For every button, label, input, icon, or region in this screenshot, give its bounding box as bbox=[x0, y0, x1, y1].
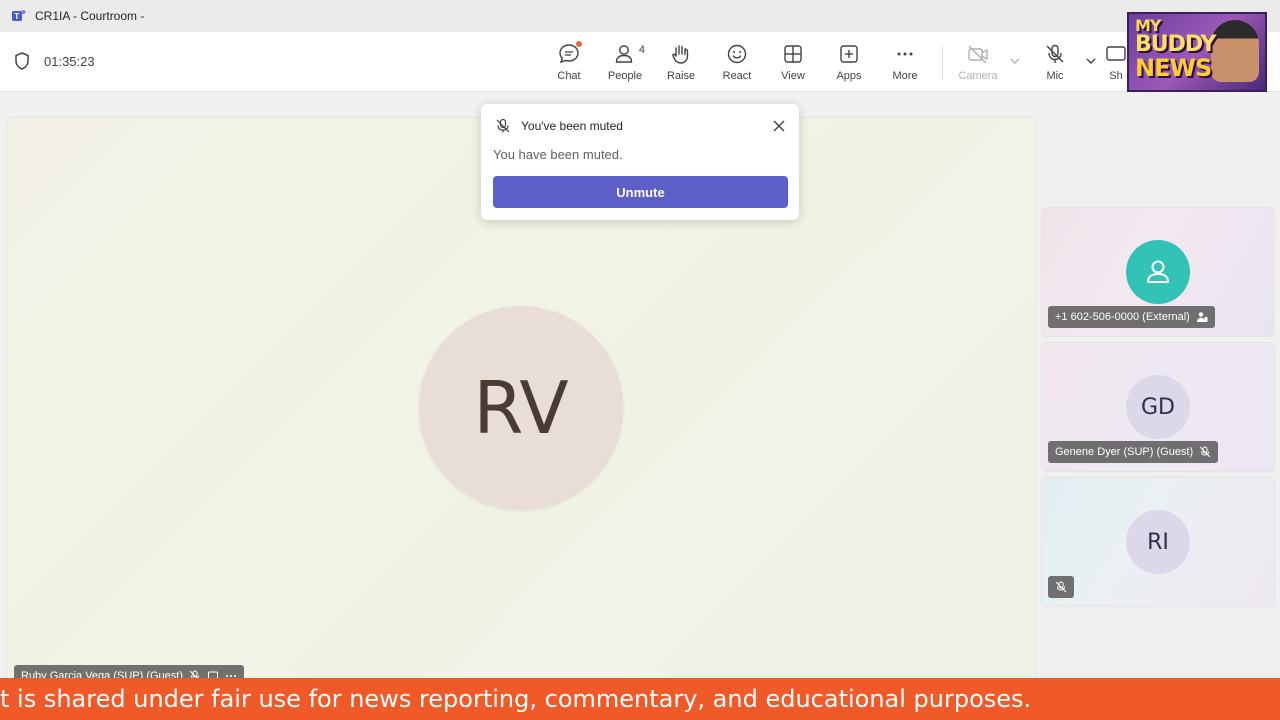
participant-avatar bbox=[1126, 240, 1190, 304]
close-icon[interactable] bbox=[771, 118, 787, 134]
notification-title: You've been muted bbox=[521, 119, 623, 133]
unmute-button[interactable]: Unmute bbox=[493, 176, 788, 208]
timer-text: 01:35:23 bbox=[44, 53, 95, 69]
mic-off-icon bbox=[496, 118, 510, 133]
news-ticker: t is shared under fair use for news repo… bbox=[0, 678, 1280, 720]
people-label: People bbox=[607, 70, 643, 82]
toolbar-divider bbox=[942, 46, 943, 80]
raise-label: Raise bbox=[666, 70, 696, 82]
participant-name-tag bbox=[1048, 576, 1074, 598]
participant-tile[interactable]: +1 602-506-0000 (External) bbox=[1041, 207, 1275, 337]
mic-label: Mic bbox=[1046, 70, 1064, 82]
participant-name-tag: Genene Dyer (SUP) (Guest) bbox=[1048, 441, 1219, 463]
mic-button[interactable]: Mic bbox=[1030, 42, 1080, 86]
chat-button[interactable]: Chat bbox=[544, 41, 594, 86]
participant-tile[interactable]: RI bbox=[1041, 477, 1275, 607]
react-button[interactable]: React bbox=[712, 42, 762, 86]
people-icon bbox=[615, 45, 633, 63]
share-label: Sh bbox=[1109, 70, 1123, 82]
more-icon bbox=[897, 52, 913, 56]
ticker-text: t is shared under fair use for news repo… bbox=[0, 685, 1032, 713]
view-label: View bbox=[781, 70, 805, 82]
more-button[interactable]: More bbox=[880, 42, 930, 86]
teams-logo-icon: T bbox=[12, 10, 26, 21]
raise-hand-button[interactable]: Raise bbox=[656, 42, 706, 86]
camera-options-chevron-icon[interactable] bbox=[1008, 54, 1022, 68]
raise-hand-icon bbox=[672, 45, 689, 64]
main-participant-initials: RV bbox=[473, 366, 569, 450]
meeting-timer: 01:35:23 bbox=[14, 52, 95, 70]
grid-view-icon bbox=[784, 45, 802, 63]
participant-name: +1 602-506-0000 (External) bbox=[1055, 311, 1190, 323]
svg-text:T: T bbox=[14, 12, 19, 21]
muted-notification: You've been muted You have been muted. U… bbox=[481, 104, 799, 220]
share-button[interactable]: Sh bbox=[1104, 42, 1128, 86]
participant-avatar: RI bbox=[1126, 510, 1190, 574]
host-portrait bbox=[1211, 20, 1259, 82]
participant-name-tag: +1 602-506-0000 (External) bbox=[1048, 306, 1215, 328]
camera-button[interactable]: Camera bbox=[953, 42, 1003, 86]
main-participant-avatar: RV bbox=[419, 306, 623, 510]
participant-initials: GD bbox=[1141, 394, 1175, 420]
participant-initials: RI bbox=[1147, 529, 1169, 555]
window-title-bar: T CR1IA - Courtroom - bbox=[0, 0, 1280, 32]
chat-label: Chat bbox=[557, 70, 581, 82]
notification-dot bbox=[576, 41, 582, 47]
add-app-icon bbox=[840, 45, 858, 63]
apps-button[interactable]: Apps bbox=[824, 42, 874, 86]
phone-user-icon bbox=[1196, 312, 1208, 322]
shield-icon bbox=[15, 52, 29, 70]
window-title: CR1IA - Courtroom - bbox=[35, 9, 145, 23]
mic-off-icon bbox=[1055, 581, 1067, 593]
mic-off-icon bbox=[1046, 44, 1064, 63]
notification-body: You have been muted. bbox=[493, 147, 623, 162]
participant-name: Genene Dyer (SUP) (Guest) bbox=[1055, 446, 1194, 458]
meeting-toolbar: 01:35:23 Chat 4 People Raise React View … bbox=[0, 32, 1280, 92]
smiley-icon bbox=[727, 44, 747, 64]
logo-text-line-3: NEWS bbox=[1135, 54, 1212, 82]
participant-tile[interactable]: GD Genene Dyer (SUP) (Guest) bbox=[1041, 342, 1275, 472]
apps-label: Apps bbox=[836, 70, 862, 82]
camera-label: Camera bbox=[958, 70, 998, 82]
share-screen-icon bbox=[1106, 46, 1126, 61]
people-button[interactable]: 4 People bbox=[600, 42, 650, 86]
camera-off-icon bbox=[968, 45, 988, 64]
channel-logo-overlay: MY BUDDY NEWS bbox=[1127, 12, 1267, 92]
mic-off-icon bbox=[1199, 446, 1211, 458]
person-icon bbox=[1147, 260, 1169, 283]
react-label: React bbox=[722, 70, 752, 82]
view-button[interactable]: View bbox=[768, 42, 818, 86]
people-count: 4 bbox=[638, 44, 645, 56]
more-label: More bbox=[892, 70, 918, 82]
mic-options-chevron-icon[interactable] bbox=[1084, 54, 1098, 68]
participant-avatar: GD bbox=[1126, 375, 1190, 439]
